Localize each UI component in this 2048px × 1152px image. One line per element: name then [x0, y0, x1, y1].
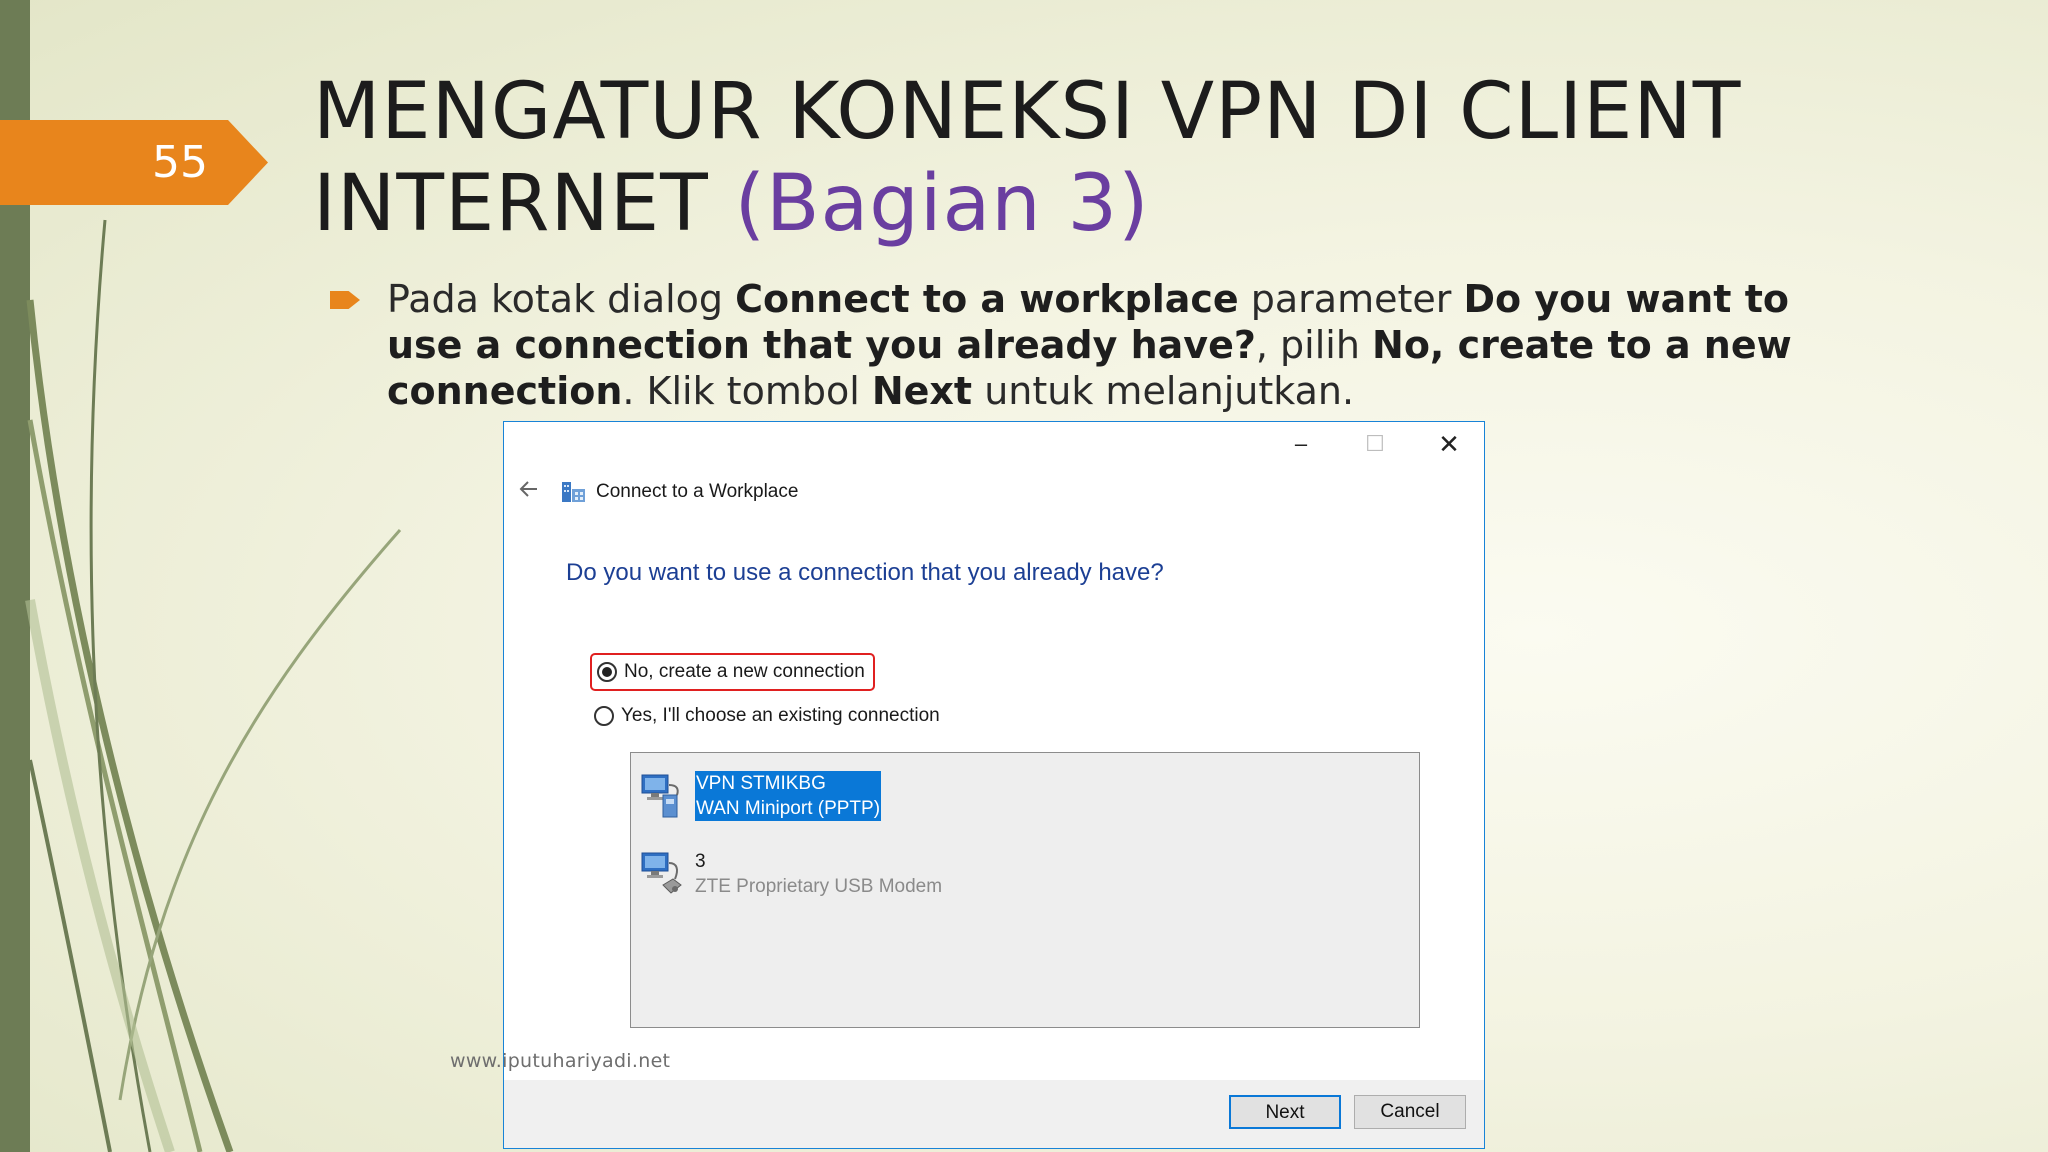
- connection-text: 3 ZTE Proprietary USB Modem: [695, 849, 942, 899]
- radio-selected-icon[interactable]: [597, 662, 617, 682]
- connection-name: 3: [695, 851, 706, 872]
- page-number-tab: [0, 120, 268, 205]
- connection-device: ZTE Proprietary USB Modem: [695, 876, 943, 897]
- bullet-text-part: untuk melanjutkan.: [972, 369, 1355, 413]
- radio-no-create-new[interactable]: No, create a new connection: [590, 653, 875, 691]
- bullet-bold-dialog-name: Connect to a workplace: [735, 277, 1239, 321]
- cancel-button[interactable]: Cancel: [1354, 1095, 1466, 1129]
- title-accent: (Bagian 3): [734, 159, 1150, 249]
- watermark: www.iputuhariyadi.net: [450, 1050, 671, 1072]
- back-arrow-icon[interactable]: [514, 477, 544, 507]
- connection-list[interactable]: VPN STMIKBG WAN Miniport (PPTP) 3 ZTE Pr…: [630, 752, 1420, 1028]
- dialog-question: Do you want to use a connection that you…: [566, 559, 1164, 586]
- bullet-text-part: , pilih: [1255, 323, 1373, 367]
- page-number: 55: [152, 137, 208, 188]
- connection-text: VPN STMIKBG WAN Miniport (PPTP): [695, 771, 882, 821]
- workplace-icon: [562, 482, 585, 502]
- close-button[interactable]: ✕: [1424, 424, 1474, 464]
- connect-to-workplace-dialog: – ☐ ✕ Connect to a Workplace Do you want…: [503, 421, 1485, 1149]
- radio-yes-existing[interactable]: Yes, I'll choose an existing connection: [594, 700, 940, 732]
- dialog-title: Connect to a Workplace: [596, 481, 799, 502]
- next-button[interactable]: Next: [1229, 1095, 1341, 1129]
- bullet-bold-button: Next: [871, 369, 973, 413]
- list-item-zte-modem[interactable]: 3 ZTE Proprietary USB Modem: [639, 847, 1399, 903]
- bullet-text-part: . Klik tombol: [622, 369, 872, 413]
- bullet-text-part: Pada kotak dialog: [387, 277, 736, 321]
- bullet-text-part: parameter: [1238, 277, 1464, 321]
- connection-name: VPN STMIKBG: [696, 773, 826, 794]
- vpn-network-icon: [641, 774, 679, 818]
- modem-network-icon: [641, 852, 682, 894]
- slide-title: MENGATUR KONEKSI VPN DI CLIENT INTERNET …: [313, 66, 1993, 250]
- minimize-button[interactable]: –: [1276, 424, 1326, 464]
- radio-label: Yes, I'll choose an existing connection: [621, 705, 940, 726]
- radio-label: No, create a new connection: [624, 661, 865, 682]
- list-item-vpn-stmikbg[interactable]: VPN STMIKBG WAN Miniport (PPTP): [639, 769, 1399, 825]
- radio-unselected-icon[interactable]: [594, 706, 614, 726]
- maximize-button[interactable]: ☐: [1350, 424, 1400, 464]
- connection-device: WAN Miniport (PPTP): [696, 798, 881, 819]
- bullet-text: Pada kotak dialog Connect to a workplace…: [387, 276, 1827, 414]
